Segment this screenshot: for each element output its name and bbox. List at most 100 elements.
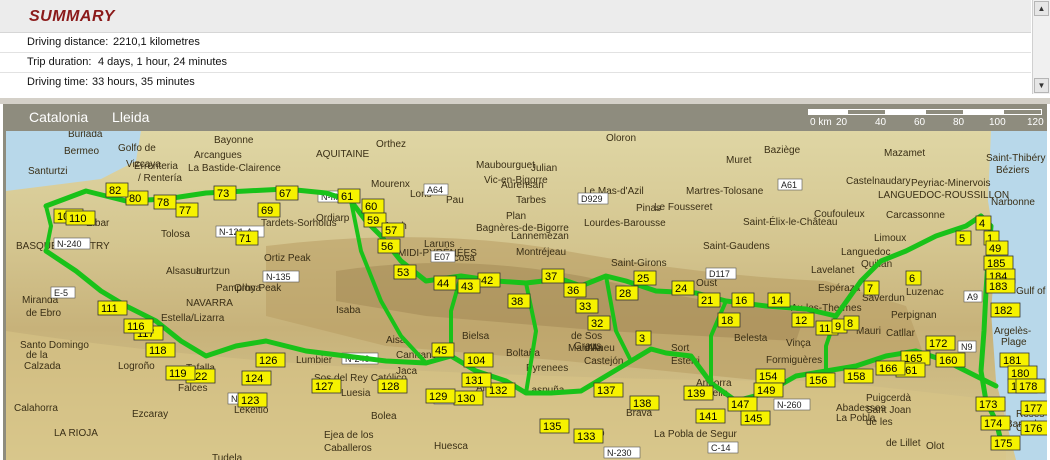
route-marker[interactable]: 172 xyxy=(925,335,956,351)
svg-text:172: 172 xyxy=(929,338,947,350)
map-canvas[interactable]: Bermeo Golfo deVizcayaSanturtziBayonneArc… xyxy=(6,131,1047,460)
route-marker[interactable]: 45 xyxy=(431,342,455,358)
route-marker[interactable]: 78 xyxy=(153,194,177,210)
route-marker[interactable]: 182 xyxy=(990,302,1021,318)
route-marker[interactable]: 24 xyxy=(671,280,695,296)
route-marker[interactable]: 154 xyxy=(755,368,786,384)
route-marker[interactable]: 7 xyxy=(863,280,880,296)
route-marker[interactable]: 156 xyxy=(805,372,836,388)
route-marker[interactable]: 127 xyxy=(311,378,342,394)
svg-text:11: 11 xyxy=(819,323,830,335)
route-map[interactable]: Bermeo Golfo de Vizcaya Santurtzi Bayonne Arc… xyxy=(6,131,1047,460)
place-label: LANGUEDOC-ROUSSILLON xyxy=(878,190,1009,201)
summary-scrollbar[interactable]: ▲ ▼ xyxy=(1032,0,1050,94)
route-marker[interactable]: 82 xyxy=(105,182,129,198)
route-marker[interactable]: 175 xyxy=(990,435,1021,451)
route-marker[interactable]: 80 xyxy=(125,190,149,206)
svg-text:145: 145 xyxy=(744,413,762,425)
route-marker[interactable]: 57 xyxy=(381,222,405,238)
route-marker[interactable]: 16 xyxy=(731,292,755,308)
route-marker[interactable]: 166 xyxy=(875,360,906,376)
breadcrumb-region[interactable]: Catalonia xyxy=(29,109,88,125)
route-marker[interactable]: 149 xyxy=(753,382,784,398)
route-marker[interactable]: 138 xyxy=(629,395,660,411)
route-marker[interactable]: 174 xyxy=(980,415,1011,431)
route-marker[interactable]: 129 xyxy=(425,388,456,404)
svg-text:42: 42 xyxy=(481,275,493,287)
route-marker[interactable]: 42 xyxy=(477,272,501,288)
scale-segment xyxy=(886,109,925,115)
svg-text:177: 177 xyxy=(1024,403,1042,415)
route-marker[interactable]: 36 xyxy=(563,282,587,298)
route-marker[interactable]: 32 xyxy=(587,315,611,331)
route-marker[interactable]: 71 xyxy=(235,230,259,246)
route-marker[interactable]: 141 xyxy=(695,408,726,424)
route-marker[interactable]: 53 xyxy=(393,264,417,280)
place-label: Perpignan xyxy=(891,310,937,321)
route-marker[interactable]: 173 xyxy=(975,396,1006,412)
route-marker[interactable]: 56 xyxy=(377,238,401,254)
route-marker[interactable]: 38 xyxy=(507,293,531,309)
place-label: Golfo de xyxy=(118,143,156,154)
route-marker[interactable]: 126 xyxy=(255,352,286,368)
route-marker[interactable]: 44 xyxy=(433,275,457,291)
route-marker[interactable]: 130 xyxy=(453,390,484,406)
route-marker[interactable]: 185 xyxy=(983,255,1014,271)
route-marker[interactable]: 33 xyxy=(575,298,599,314)
route-marker[interactable]: 118 xyxy=(145,342,176,358)
route-marker[interactable]: 119 xyxy=(165,365,196,381)
place-label: Carcassonne xyxy=(886,210,945,221)
scroll-down-button[interactable]: ▼ xyxy=(1034,78,1049,93)
route-marker[interactable]: 181 xyxy=(999,352,1030,368)
route-marker[interactable]: 8 xyxy=(843,315,860,331)
route-marker[interactable]: 25 xyxy=(633,270,657,286)
svg-text:67: 67 xyxy=(279,188,291,200)
svg-text:9: 9 xyxy=(835,321,841,333)
route-marker[interactable]: 49 xyxy=(985,240,1009,256)
route-marker[interactable]: 180 xyxy=(1007,365,1038,381)
route-marker[interactable]: 104 xyxy=(463,352,494,368)
route-marker[interactable]: 177 xyxy=(1020,400,1047,416)
route-marker[interactable]: 176 xyxy=(1020,420,1047,436)
route-marker[interactable]: 145 xyxy=(740,410,771,426)
route-marker[interactable]: 110 xyxy=(65,210,96,226)
route-marker[interactable]: 4 xyxy=(975,215,992,231)
route-marker[interactable]: 21 xyxy=(697,292,721,308)
route-marker[interactable]: 116 xyxy=(123,318,154,334)
route-marker[interactable]: 147 xyxy=(727,396,758,412)
route-marker[interactable]: 61 xyxy=(337,188,361,204)
svg-text:N9: N9 xyxy=(961,342,973,352)
summary-row-driving-time: Driving time: 33 hours, 35 minutes xyxy=(0,73,1031,92)
route-marker[interactable]: 137 xyxy=(593,382,624,398)
route-marker[interactable]: 133 xyxy=(573,428,604,444)
route-marker[interactable]: 6 xyxy=(905,270,922,286)
route-marker[interactable]: 111 xyxy=(97,300,128,316)
route-marker[interactable]: 160 xyxy=(935,352,966,368)
route-marker[interactable]: 183 xyxy=(985,278,1016,294)
route-marker[interactable]: 18 xyxy=(717,312,741,328)
breadcrumb-province[interactable]: Lleida xyxy=(112,109,149,125)
route-marker[interactable]: 43 xyxy=(457,278,481,294)
route-marker[interactable]: 69 xyxy=(257,202,281,218)
route-marker[interactable]: 135 xyxy=(539,418,570,434)
route-marker[interactable]: 128 xyxy=(377,378,408,394)
route-marker[interactable]: 158 xyxy=(843,368,874,384)
route-marker[interactable]: 37 xyxy=(541,268,565,284)
route-marker[interactable]: 3 xyxy=(635,330,652,346)
route-marker[interactable]: 123 xyxy=(237,392,268,408)
route-marker[interactable]: 5 xyxy=(955,230,972,246)
scroll-up-button[interactable]: ▲ xyxy=(1034,1,1049,16)
route-marker[interactable]: 28 xyxy=(615,285,639,301)
route-marker[interactable]: 12 xyxy=(791,312,815,328)
svg-text:18: 18 xyxy=(721,315,733,327)
route-marker[interactable]: 60 xyxy=(361,198,385,214)
route-marker[interactable]: 67 xyxy=(275,185,299,201)
route-marker[interactable]: 73 xyxy=(213,185,237,201)
route-marker[interactable]: 178 xyxy=(1015,378,1046,394)
svg-text:71: 71 xyxy=(239,233,251,245)
route-marker[interactable]: 14 xyxy=(767,292,791,308)
route-marker[interactable]: 77 xyxy=(175,202,199,218)
route-marker[interactable]: 139 xyxy=(683,385,714,401)
route-marker[interactable]: 124 xyxy=(241,370,272,386)
route-marker[interactable]: 131 xyxy=(461,372,492,388)
